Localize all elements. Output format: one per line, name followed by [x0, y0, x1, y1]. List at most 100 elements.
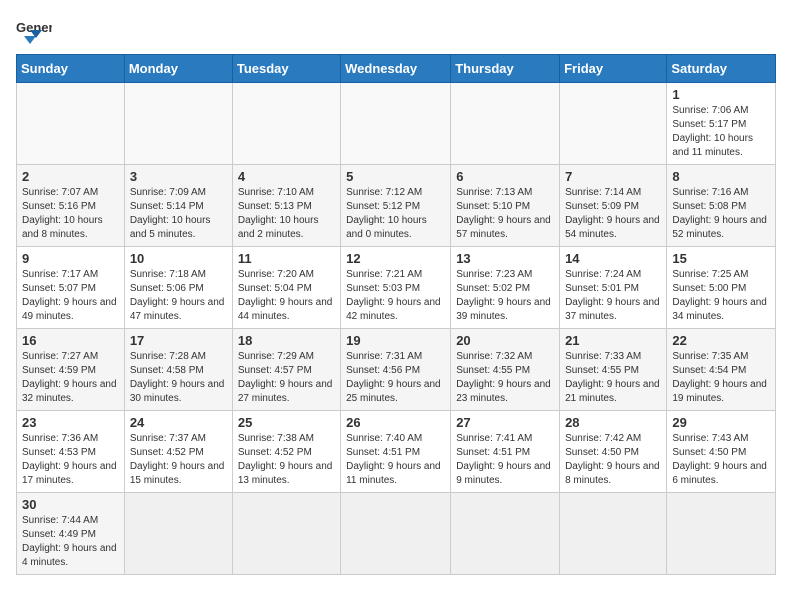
calendar-cell: 21 Sunrise: 7:33 AM Sunset: 4:55 PM Dayli…	[560, 329, 667, 411]
day-info: Sunrise: 7:43 AM Sunset: 4:50 PM Dayligh…	[672, 432, 770, 488]
day-info: Sunrise: 7:14 AM Sunset: 5:09 PM Dayligh…	[565, 186, 661, 242]
calendar-cell: 4 Sunrise: 7:10 AM Sunset: 5:13 PM Daylig…	[232, 165, 340, 247]
calendar-cell: 3 Sunrise: 7:09 AM Sunset: 5:14 PM Daylig…	[124, 165, 232, 247]
calendar-cell: 25 Sunrise: 7:38 AM Sunset: 4:52 PM Dayli…	[232, 411, 340, 493]
day-info: Sunrise: 7:28 AM Sunset: 4:58 PM Dayligh…	[130, 350, 227, 406]
day-number: 18	[238, 333, 335, 348]
day-number: 13	[456, 251, 554, 266]
calendar-table: SundayMondayTuesdayWednesdayThursdayFrid…	[16, 54, 776, 575]
day-of-week-header: Sunday	[17, 55, 125, 83]
day-info: Sunrise: 7:12 AM Sunset: 5:12 PM Dayligh…	[346, 186, 445, 242]
calendar-cell	[341, 83, 451, 165]
day-info: Sunrise: 7:35 AM Sunset: 4:54 PM Dayligh…	[672, 350, 770, 406]
day-number: 24	[130, 415, 227, 430]
day-info: Sunrise: 7:20 AM Sunset: 5:04 PM Dayligh…	[238, 268, 335, 324]
calendar-cell	[341, 493, 451, 575]
day-number: 23	[22, 415, 119, 430]
day-number: 17	[130, 333, 227, 348]
day-number: 2	[22, 169, 119, 184]
calendar-cell: 6 Sunrise: 7:13 AM Sunset: 5:10 PM Daylig…	[451, 165, 560, 247]
logo-icon: General	[16, 16, 52, 44]
day-info: Sunrise: 7:17 AM Sunset: 5:07 PM Dayligh…	[22, 268, 119, 324]
calendar-cell	[124, 83, 232, 165]
day-info: Sunrise: 7:33 AM Sunset: 4:55 PM Dayligh…	[565, 350, 661, 406]
calendar-cell	[17, 83, 125, 165]
day-number: 14	[565, 251, 661, 266]
day-number: 1	[672, 87, 770, 102]
calendar-cell	[124, 493, 232, 575]
day-number: 4	[238, 169, 335, 184]
calendar-cell: 10 Sunrise: 7:18 AM Sunset: 5:06 PM Dayli…	[124, 247, 232, 329]
calendar-cell	[232, 83, 340, 165]
calendar-cell: 30 Sunrise: 7:44 AM Sunset: 4:49 PM Dayli…	[17, 493, 125, 575]
calendar-cell: 23 Sunrise: 7:36 AM Sunset: 4:53 PM Dayli…	[17, 411, 125, 493]
calendar-cell: 29 Sunrise: 7:43 AM Sunset: 4:50 PM Dayli…	[667, 411, 776, 493]
day-info: Sunrise: 7:21 AM Sunset: 5:03 PM Dayligh…	[346, 268, 445, 324]
calendar-cell: 27 Sunrise: 7:41 AM Sunset: 4:51 PM Dayli…	[451, 411, 560, 493]
day-info: Sunrise: 7:32 AM Sunset: 4:55 PM Dayligh…	[456, 350, 554, 406]
calendar-cell: 19Sunrise: 7:31 AM Sunset: 4:56 PM Dayli…	[341, 329, 451, 411]
day-of-week-header: Tuesday	[232, 55, 340, 83]
calendar-cell: 12 Sunrise: 7:21 AM Sunset: 5:03 PM Dayli…	[341, 247, 451, 329]
calendar-cell	[232, 493, 340, 575]
calendar-cell: 7 Sunrise: 7:14 AM Sunset: 5:09 PM Daylig…	[560, 165, 667, 247]
day-of-week-header: Thursday	[451, 55, 560, 83]
day-of-week-header: Monday	[124, 55, 232, 83]
day-info: Sunrise: 7:37 AM Sunset: 4:52 PM Dayligh…	[130, 432, 227, 488]
calendar-week-row: 30 Sunrise: 7:44 AM Sunset: 4:49 PM Dayli…	[17, 493, 776, 575]
logo: General	[16, 16, 56, 44]
day-info: Sunrise: 7:41 AM Sunset: 4:51 PM Dayligh…	[456, 432, 554, 488]
day-number: 25	[238, 415, 335, 430]
day-info: Sunrise: 7:06 AM Sunset: 5:17 PM Dayligh…	[672, 104, 770, 160]
day-number: 5	[346, 169, 445, 184]
calendar-cell: 5 Sunrise: 7:12 AM Sunset: 5:12 PM Daylig…	[341, 165, 451, 247]
day-info: Sunrise: 7:16 AM Sunset: 5:08 PM Dayligh…	[672, 186, 770, 242]
day-info: Sunrise: 7:18 AM Sunset: 5:06 PM Dayligh…	[130, 268, 227, 324]
day-number: 3	[130, 169, 227, 184]
calendar-cell: 2 Sunrise: 7:07 AM Sunset: 5:16 PM Daylig…	[17, 165, 125, 247]
calendar-cell	[451, 83, 560, 165]
day-info: Sunrise: 7:31 AM Sunset: 4:56 PM Dayligh…	[346, 350, 445, 406]
day-info: Sunrise: 7:10 AM Sunset: 5:13 PM Dayligh…	[238, 186, 335, 242]
day-number: 10	[130, 251, 227, 266]
calendar-cell: 11Sunrise: 7:20 AM Sunset: 5:04 PM Dayli…	[232, 247, 340, 329]
day-number: 12	[346, 251, 445, 266]
calendar-cell: 1 Sunrise: 7:06 AM Sunset: 5:17 PM Daylig…	[667, 83, 776, 165]
day-info: Sunrise: 7:25 AM Sunset: 5:00 PM Dayligh…	[672, 268, 770, 324]
day-info: Sunrise: 7:09 AM Sunset: 5:14 PM Dayligh…	[130, 186, 227, 242]
calendar-cell: 9 Sunrise: 7:17 AM Sunset: 5:07 PM Daylig…	[17, 247, 125, 329]
day-info: Sunrise: 7:38 AM Sunset: 4:52 PM Dayligh…	[238, 432, 335, 488]
calendar-cell: 22 Sunrise: 7:35 AM Sunset: 4:54 PM Dayli…	[667, 329, 776, 411]
day-info: Sunrise: 7:40 AM Sunset: 4:51 PM Dayligh…	[346, 432, 445, 488]
calendar-cell	[451, 493, 560, 575]
calendar-cell: 20Sunrise: 7:32 AM Sunset: 4:55 PM Dayli…	[451, 329, 560, 411]
day-number: 8	[672, 169, 770, 184]
day-info: Sunrise: 7:13 AM Sunset: 5:10 PM Dayligh…	[456, 186, 554, 242]
page-header: General	[16, 16, 776, 44]
day-number: 27	[456, 415, 554, 430]
calendar-cell: 16Sunrise: 7:27 AM Sunset: 4:59 PM Dayli…	[17, 329, 125, 411]
calendar-cell	[560, 83, 667, 165]
calendar-cell: 13 Sunrise: 7:23 AM Sunset: 5:02 PM Dayli…	[451, 247, 560, 329]
day-info: Sunrise: 7:29 AM Sunset: 4:57 PM Dayligh…	[238, 350, 335, 406]
calendar-week-row: 23 Sunrise: 7:36 AM Sunset: 4:53 PM Dayli…	[17, 411, 776, 493]
calendar-cell: 26Sunrise: 7:40 AM Sunset: 4:51 PM Dayli…	[341, 411, 451, 493]
day-info: Sunrise: 7:07 AM Sunset: 5:16 PM Dayligh…	[22, 186, 119, 242]
day-number: 7	[565, 169, 661, 184]
calendar-cell	[560, 493, 667, 575]
calendar-week-row: 16Sunrise: 7:27 AM Sunset: 4:59 PM Dayli…	[17, 329, 776, 411]
calendar-header-row: SundayMondayTuesdayWednesdayThursdayFrid…	[17, 55, 776, 83]
day-number: 9	[22, 251, 119, 266]
day-number: 6	[456, 169, 554, 184]
calendar-week-row: 1 Sunrise: 7:06 AM Sunset: 5:17 PM Daylig…	[17, 83, 776, 165]
day-number: 28	[565, 415, 661, 430]
day-info: Sunrise: 7:36 AM Sunset: 4:53 PM Dayligh…	[22, 432, 119, 488]
day-info: Sunrise: 7:23 AM Sunset: 5:02 PM Dayligh…	[456, 268, 554, 324]
calendar-cell: 8 Sunrise: 7:16 AM Sunset: 5:08 PM Daylig…	[667, 165, 776, 247]
day-number: 22	[672, 333, 770, 348]
day-info: Sunrise: 7:44 AM Sunset: 4:49 PM Dayligh…	[22, 514, 119, 570]
day-number: 30	[22, 497, 119, 512]
day-number: 21	[565, 333, 661, 348]
day-of-week-header: Wednesday	[341, 55, 451, 83]
day-number: 29	[672, 415, 770, 430]
